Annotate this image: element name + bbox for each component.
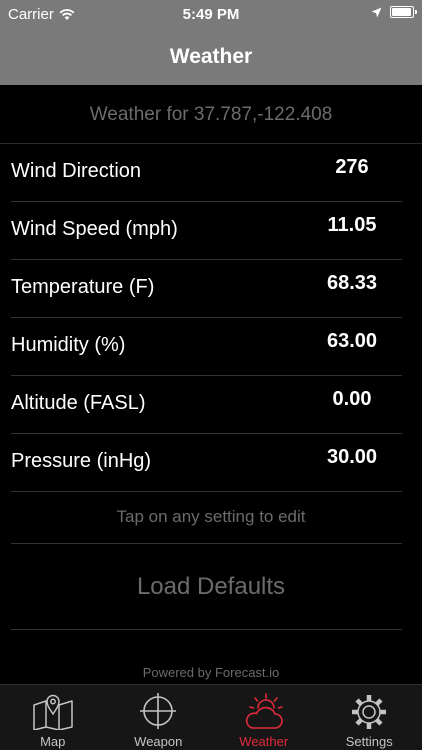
tab-label: Map [40,734,66,749]
row-value: 0.00 [332,388,372,410]
divider [11,629,402,630]
tab-label: Weather [239,734,289,749]
tab-weather[interactable]: Weather [211,685,317,750]
row-humidity[interactable]: Humidity (%) 63.00 [0,318,422,376]
weather-settings-list: Wind Direction 276 Wind Speed (mph) 11.0… [0,144,422,492]
status-right [371,6,417,18]
row-value: 276 [335,156,369,178]
row-label: Pressure (inHg) [11,450,152,472]
tab-weapon[interactable]: Weapon [106,685,212,750]
battery-icon [390,6,417,18]
row-wind-direction[interactable]: Wind Direction 276 [0,144,422,202]
row-label: Altitude (FASL) [11,392,146,414]
row-value: 30.00 [326,446,378,468]
powered-by-label: Powered by Forecast.io [142,665,280,680]
edit-hint: Tap on any setting to edit [116,507,306,526]
tab-label: Weapon [134,734,183,749]
tab-settings[interactable]: Settings [317,685,422,750]
map-icon [33,694,73,730]
row-label: Wind Speed (mph) [11,218,178,240]
status-bar: Carrier 5:49 PM [0,0,422,40]
row-label: Wind Direction [11,160,142,182]
status-time: 5:49 PM [182,6,240,23]
gear-icon [352,695,387,729]
row-label: Humidity (%) [11,334,126,356]
weather-icon [245,693,283,729]
divider [11,543,402,544]
weather-location-subtitle: Weather for 37.787,-122.408 [89,104,333,125]
crosshair-icon [140,693,177,729]
row-value: 11.05 [327,214,377,236]
page-title: Weather [169,45,253,68]
tab-label: Settings [345,734,393,749]
row-label: Temperature (F) [11,276,155,298]
divider [11,491,402,492]
row-altitude[interactable]: Altitude (FASL) 0.00 [0,376,422,434]
load-defaults-button[interactable]: Load Defaults [0,545,422,629]
tab-bar: Map Weapon Weather Settings [0,684,422,750]
row-temperature[interactable]: Temperature (F) 68.33 [0,260,422,318]
battery-fill [392,8,411,16]
navigation-bar: Weather [0,40,422,85]
location-arrow-icon [371,7,382,17]
row-value: 63.00 [326,330,378,352]
tab-map[interactable]: Map [0,685,106,750]
row-wind-speed[interactable]: Wind Speed (mph) 11.05 [0,202,422,260]
row-pressure[interactable]: Pressure (inHg) 30.00 [0,434,422,492]
row-value: 68.33 [326,272,378,294]
